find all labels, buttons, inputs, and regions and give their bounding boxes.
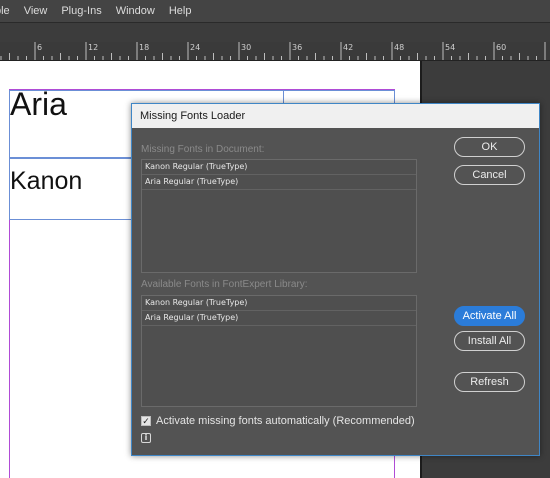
- dialog-title: Missing Fonts Loader: [140, 110, 246, 122]
- menu-item-view[interactable]: View: [17, 0, 55, 22]
- missing-font-item[interactable]: Kanon Regular (TrueType): [142, 160, 416, 175]
- available-fonts-list[interactable]: Kanon Regular (TrueType) Aria Regular (T…: [141, 295, 417, 407]
- auto-activate-checkbox[interactable]: ✓: [141, 416, 151, 426]
- document-text-kanon[interactable]: Kanon: [10, 167, 82, 196]
- missing-font-item[interactable]: Aria Regular (TrueType): [142, 175, 416, 190]
- refresh-button[interactable]: Refresh: [454, 372, 525, 392]
- ruler-label: 18: [139, 43, 150, 52]
- available-fonts-label: Available Fonts in FontExpert Library:: [141, 279, 308, 290]
- ruler-label: 60: [496, 43, 507, 52]
- install-all-button[interactable]: Install All: [454, 331, 525, 351]
- activate-all-button[interactable]: Activate All: [454, 306, 525, 326]
- menu-item-window[interactable]: Window: [109, 0, 162, 22]
- missing-fonts-label: Missing Fonts in Document:: [141, 144, 265, 155]
- info-icon[interactable]: i: [141, 433, 151, 443]
- ruler-label: 6: [37, 43, 43, 52]
- ruler-ticks: [0, 42, 546, 60]
- ruler-label: 42: [343, 43, 354, 52]
- ruler-label: 54: [445, 43, 456, 52]
- horizontal-ruler[interactable]: 6 12 18 24 30 36 42 48 54 60: [0, 42, 550, 61]
- dialog-titlebar[interactable]: Missing Fonts Loader: [132, 104, 539, 128]
- ruler-label: 36: [292, 43, 303, 52]
- missing-fonts-loader-dialog: Missing Fonts Loader Missing Fonts in Do…: [131, 103, 540, 456]
- ruler-label: 30: [241, 43, 252, 52]
- ruler-label: 12: [88, 43, 99, 52]
- control-bar: [0, 23, 550, 42]
- menu-item-help[interactable]: Help: [162, 0, 199, 22]
- document-text-aria[interactable]: Aria: [10, 86, 67, 123]
- missing-fonts-list[interactable]: Kanon Regular (TrueType) Aria Regular (T…: [141, 159, 417, 273]
- ok-button[interactable]: OK: [454, 137, 525, 157]
- cancel-button[interactable]: Cancel: [454, 165, 525, 185]
- ruler-label: 48: [394, 43, 405, 52]
- available-font-item[interactable]: Kanon Regular (TrueType): [142, 296, 416, 311]
- ruler-label: 24: [190, 43, 201, 52]
- menu-item-table[interactable]: ble: [0, 0, 17, 22]
- menu-item-plug-ins[interactable]: Plug-Ins: [54, 0, 108, 22]
- auto-activate-label[interactable]: Activate missing fonts automatically (Re…: [156, 415, 415, 427]
- available-font-item[interactable]: Aria Regular (TrueType): [142, 311, 416, 326]
- menu-bar: ble View Plug-Ins Window Help: [0, 0, 550, 23]
